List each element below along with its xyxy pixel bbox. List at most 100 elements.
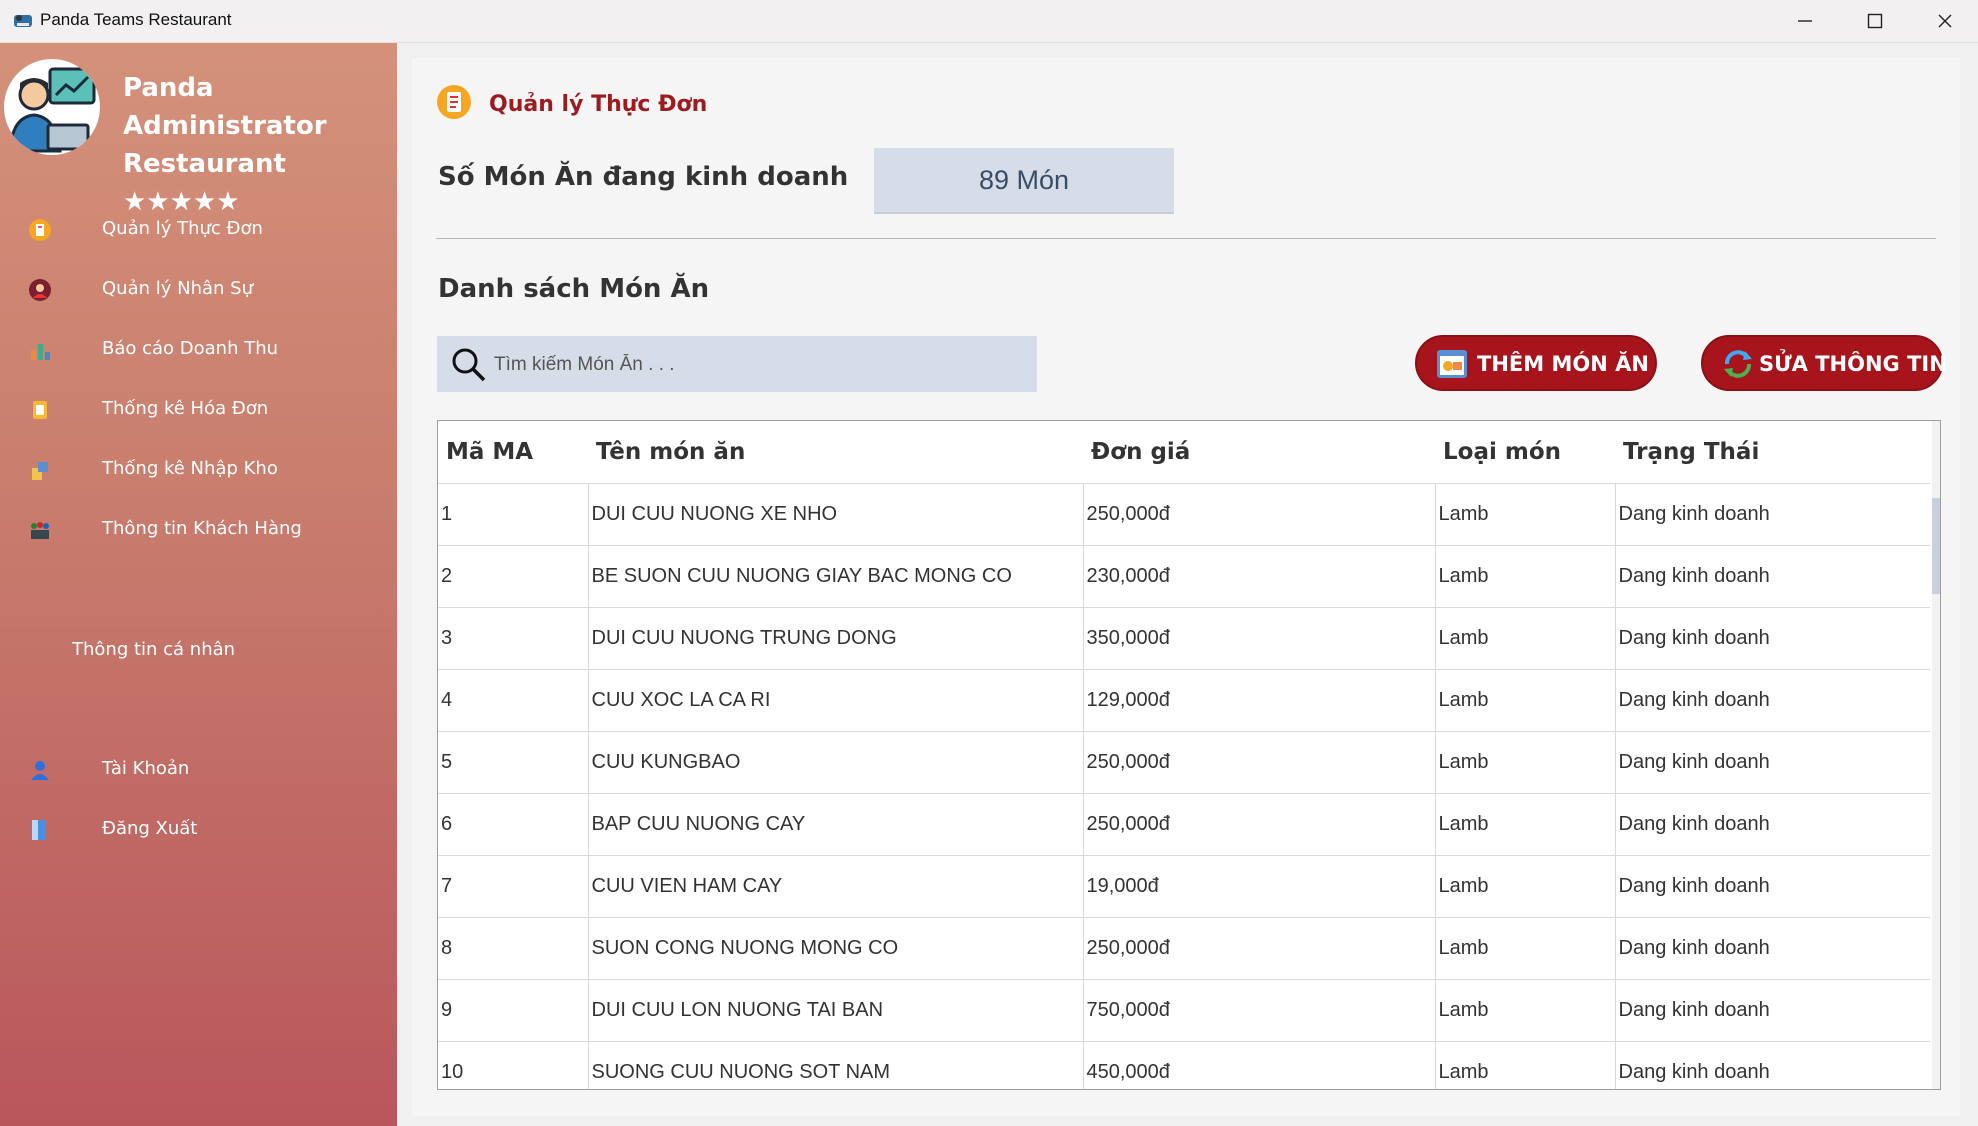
menu-icon <box>29 219 51 241</box>
cell-id: 3 <box>438 607 588 670</box>
cell-id: 1 <box>438 483 588 546</box>
cell-category: Lamb <box>1434 483 1615 546</box>
sidebar-item-staff[interactable]: Quản lý Nhân Sự <box>0 269 397 309</box>
cell-category: Lamb <box>1434 669 1615 732</box>
column-header-price[interactable]: Đơn giá <box>1083 421 1435 484</box>
cell-status: Dang kinh doanh <box>1614 545 1930 608</box>
cell-category: Lamb <box>1434 731 1615 794</box>
cell-category: Lamb <box>1434 979 1615 1042</box>
cell-status: Dang kinh doanh <box>1614 917 1930 980</box>
cell-price: 129,000đ <box>1082 669 1435 732</box>
column-header-name[interactable]: Tên món ăn <box>588 421 1083 484</box>
cell-price: 19,000đ <box>1082 855 1435 918</box>
sidebar: Panda Administrator Restaurant ★★★★★ Quả… <box>0 43 397 1126</box>
table-header-row: Mã MA Tên món ăn Đơn giá Loại món Trạng … <box>438 421 1930 484</box>
cell-name: CUU KUNGBAO <box>587 731 1083 794</box>
cell-price: 450,000đ <box>1082 1041 1435 1089</box>
column-header-status[interactable]: Trạng Thái <box>1615 421 1930 484</box>
table-row[interactable]: 8 SUON CONG NUONG MONG CO 250,000đ Lamb Dang… <box>438 917 1930 980</box>
table-row[interactable]: 10 SUONG CUU NUONG SOT NAM 450,000đ Lamb Dan… <box>438 1041 1930 1089</box>
table-row[interactable]: 7 CUU VIEN HAM CAY 19,000đ Lamb Dang kinh do… <box>438 855 1930 918</box>
sidebar-item-logout[interactable]: Đăng Xuất <box>0 809 397 849</box>
customers-icon <box>31 522 49 539</box>
brand-line-1: Panda Administrator <box>123 73 327 141</box>
column-header-id[interactable]: Mã MA <box>438 421 588 484</box>
dish-list-title: Danh sách Món Ăn <box>438 274 710 304</box>
admin-avatar-icon <box>8 67 96 153</box>
cell-id: 4 <box>438 669 588 732</box>
revenue-chart-icon <box>31 344 50 360</box>
add-dish-label: THÊM MÓN ĂN <box>1477 352 1649 376</box>
sidebar-item-warehouse[interactable]: Thống kê Nhập Kho <box>0 449 397 489</box>
search-icon <box>452 348 486 382</box>
cell-id: 5 <box>438 731 588 794</box>
sidebar-item-invoices[interactable]: Thống kê Hóa Đơn <box>0 389 397 429</box>
sidebar-item-customers[interactable]: Thông tin Khách Hàng <box>0 509 397 549</box>
cell-id: 9 <box>438 979 588 1042</box>
cell-id: 2 <box>438 545 588 608</box>
maximize-icon <box>1867 13 1883 29</box>
search-input[interactable] <box>492 346 1026 384</box>
warehouse-icon <box>32 462 48 480</box>
maximize-button[interactable] <box>1840 0 1910 42</box>
table-row[interactable]: 6 BAP CUU NUONG CAY 250,000đ Lamb Dang kinh … <box>438 793 1930 856</box>
cell-name: BE SUON CUU NUONG GIAY BAC MONG CO <box>587 545 1083 608</box>
dish-count-label: Số Món Ăn đang kinh doanh <box>438 162 849 192</box>
add-dish-button[interactable]: THÊM MÓN ĂN <box>1415 335 1657 391</box>
logout-door-icon <box>32 820 46 840</box>
minimize-icon <box>1798 20 1812 22</box>
sidebar-item-menu[interactable]: Quản lý Thực Đơn <box>0 209 397 249</box>
app-logo-icon <box>14 15 32 27</box>
edit-info-button[interactable]: SỬA THÔNG TIN <box>1701 335 1947 391</box>
staff-icon <box>29 279 51 301</box>
close-button[interactable] <box>1910 0 1978 42</box>
minimize-button[interactable] <box>1770 0 1840 42</box>
cell-category: Lamb <box>1434 607 1615 670</box>
dish-count-field[interactable]: 89 Món <box>874 148 1174 214</box>
table-row[interactable]: 4 CUU XOC LA CA RI 129,000đ Lamb Dang kinh d… <box>438 669 1930 732</box>
cell-name: BAP CUU NUONG CAY <box>587 793 1083 856</box>
cell-price: 250,000đ <box>1082 731 1435 794</box>
table-scrollbar[interactable] <box>1932 421 1940 1089</box>
sidebar-item-label: Thống kê Nhập Kho <box>102 458 278 479</box>
cell-name: SUONG CUU NUONG SOT NAM <box>587 1041 1083 1089</box>
user-icon <box>31 761 49 780</box>
cell-category: Lamb <box>1434 793 1615 856</box>
search-box[interactable] <box>437 336 1037 392</box>
scrollbar-thumb[interactable] <box>1932 498 1940 594</box>
table-row[interactable]: 5 CUU KUNGBAO 250,000đ Lamb Dang kinh doanh <box>438 731 1930 794</box>
sidebar-item-revenue[interactable]: Báo cáo Doanh Thu <box>0 329 397 369</box>
cell-name: CUU XOC LA CA RI <box>587 669 1083 732</box>
menu-icon <box>437 85 471 119</box>
table-row[interactable]: 2 BE SUON CUU NUONG GIAY BAC MONG CO 230,0… <box>438 545 1930 608</box>
invoice-icon <box>33 401 47 419</box>
column-header-category[interactable]: Loại món <box>1435 421 1615 484</box>
cell-category: Lamb <box>1434 855 1615 918</box>
cell-id: 6 <box>438 793 588 856</box>
cell-status: Dang kinh doanh <box>1614 979 1930 1042</box>
cell-price: 350,000đ <box>1082 607 1435 670</box>
cell-name: DUI CUU NUONG TRUNG DONG <box>587 607 1083 670</box>
cell-category: Lamb <box>1434 917 1615 980</box>
cell-category: Lamb <box>1434 1041 1615 1089</box>
cell-price: 250,000đ <box>1082 917 1435 980</box>
table-row[interactable]: 1 DUI CUU NUONG XE NHO 250,000đ Lamb Dang ki… <box>438 483 1930 546</box>
sidebar-item-account[interactable]: Tài Khoản <box>0 749 397 789</box>
cell-status: Dang kinh doanh <box>1614 855 1930 918</box>
sidebar-item-label: Thống kê Hóa Đơn <box>102 398 269 419</box>
cell-id: 7 <box>438 855 588 918</box>
cell-category: Lamb <box>1434 545 1615 608</box>
cell-price: 230,000đ <box>1082 545 1435 608</box>
cell-name: SUON CONG NUONG MONG CO <box>587 917 1083 980</box>
window-title: Panda Teams Restaurant <box>40 10 232 29</box>
cell-status: Dang kinh doanh <box>1614 483 1930 546</box>
cell-id: 10 <box>438 1041 588 1089</box>
cell-status: Dang kinh doanh <box>1614 793 1930 856</box>
edit-info-label: SỬA THÔNG TIN <box>1759 352 1947 376</box>
table-row[interactable]: 3 DUI CUU NUONG TRUNG DONG 350,000đ Lamb Dan… <box>438 607 1930 670</box>
cell-status: Dang kinh doanh <box>1614 731 1930 794</box>
table-row[interactable]: 9 DUI CUU LON NUONG TAI BAN 750,000đ Lamb Da… <box>438 979 1930 1042</box>
close-icon <box>1938 14 1952 28</box>
cell-name: DUI CUU NUONG XE NHO <box>587 483 1083 546</box>
sidebar-item-label: Báo cáo Doanh Thu <box>102 338 279 359</box>
